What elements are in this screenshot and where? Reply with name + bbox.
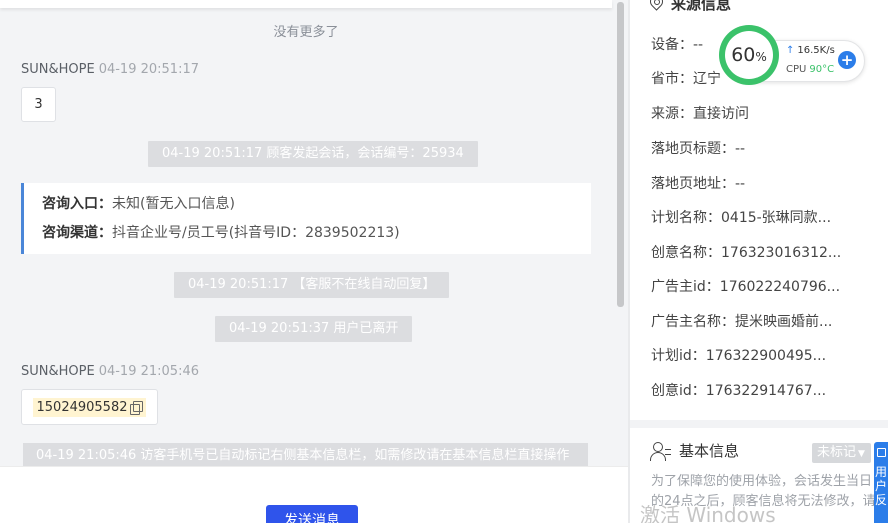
message-text: 3 [34, 97, 43, 112]
message-sender-line: SUN&HOPE 04-19 20:51:17 [21, 62, 199, 77]
chat-panel: 没有更多了 SUN&HOPE 04-19 20:51:17 3 04-19 20:… [0, 0, 628, 523]
caret-down-icon: ▼ [858, 449, 865, 459]
info-value: 176322914767... [705, 383, 827, 399]
info-row-creative-name: 创意名称：176323016312... [651, 242, 841, 262]
basic-info-title: 基本信息 [679, 442, 740, 460]
info-label: 创意名称： [651, 245, 721, 261]
info-value: 辽宁 [693, 71, 721, 87]
info-row-source: 来源：直接访问 [651, 103, 749, 123]
info-label: 创意id： [651, 383, 706, 399]
chat-top-edge [0, 0, 612, 8]
tag-select-value: 未标记 [817, 445, 857, 460]
feedback-icon [876, 448, 886, 457]
upload-arrow-icon: ↑ [786, 45, 795, 56]
user-feedback-tab-label: 用户反 [874, 465, 887, 507]
info-row-plan-name: 计划名称：0415-张琳同款... [651, 207, 831, 227]
sender-name: SUN&HOPE [21, 62, 95, 77]
system-notice-auto-reply: 04-19 20:51:17 【客服不在线自动回复】 [174, 272, 450, 298]
copy-icon[interactable] [130, 400, 144, 415]
message-bubble: 15024905582 [21, 389, 158, 425]
windows-activation-watermark: 激活 Windows [640, 503, 776, 523]
sender-name: SUN&HOPE [21, 364, 95, 379]
memory-usage-percent: 60 [731, 44, 756, 66]
info-value: -- [735, 141, 746, 157]
info-row-advertiser-name: 广告主名称：提米映画婚前... [651, 311, 832, 331]
info-row-device: 设备：-- [651, 34, 703, 54]
info-label: 省市： [651, 71, 693, 87]
cpu-readout: CPU 90°C [786, 64, 834, 75]
consult-entry-value: 未知(暂无入口信息) [112, 196, 235, 212]
consult-entry-label: 咨询入口： [42, 196, 112, 212]
location-pin-icon [650, 0, 663, 12]
info-row-landing-url: 落地页地址：-- [651, 173, 745, 193]
system-notice-session-start: 04-19 20:51:17 顾客发起会话，会话编号：25934 [148, 141, 478, 167]
system-notice-user-left: 04-19 20:51:37 用户已离开 [215, 316, 413, 342]
info-label: 落地页标题： [651, 141, 735, 157]
memory-usage-ring[interactable]: 60% [719, 25, 779, 85]
cpu-label: CPU [786, 64, 807, 75]
tag-select[interactable]: 未标记 ▼ [812, 443, 871, 463]
user-info-icon [650, 441, 671, 461]
source-info-title: 来源信息 [671, 0, 732, 13]
info-label: 来源： [651, 106, 693, 122]
info-value: 176322900495... [705, 348, 827, 364]
message-sender-line: SUN&HOPE 04-19 21:05:46 [21, 364, 199, 379]
phone-number-highlight[interactable]: 15024905582 [32, 397, 147, 417]
info-row-advertiser-id: 广告主id：176022240796... [651, 276, 840, 296]
info-row-plan-id: 计划id：176322900495... [651, 345, 826, 365]
plus-icon[interactable]: + [838, 51, 856, 69]
section-separator [630, 420, 888, 428]
info-value: 176323016312... [721, 245, 842, 261]
info-value: 176022240796... [719, 279, 841, 295]
info-value: -- [693, 37, 704, 53]
info-label: 计划id： [651, 348, 706, 364]
message-time: 04-19 20:51:17 [98, 62, 199, 77]
info-value: 直接访问 [693, 106, 749, 122]
consult-info-card: 咨询入口：未知(暂无入口信息) 咨询渠道：抖音企业号/员工号(抖音号ID：283… [21, 183, 591, 254]
chat-scrollbar[interactable] [617, 2, 624, 307]
network-speed: ↑ 16.5K/s [786, 45, 835, 56]
info-row-province: 省市：辽宁 [651, 68, 721, 88]
consult-channel-value: 抖音企业号/员工号(抖音号ID：2839502213) [112, 225, 400, 241]
send-message-button[interactable]: 发送消息 [266, 505, 358, 523]
cpu-temperature: 90°C [809, 64, 835, 75]
info-row-landing-title: 落地页标题：-- [651, 138, 745, 158]
message-text: 15024905582 [36, 399, 128, 415]
message-time: 04-19 21:05:46 [98, 364, 199, 379]
info-row-creative-id: 创意id：176322914767... [651, 380, 826, 400]
info-value: 0415-张琳同款... [721, 210, 832, 226]
basic-info-header: 基本信息 [650, 440, 739, 461]
info-label: 计划名称： [651, 210, 721, 226]
memory-usage-unit: % [755, 50, 767, 64]
source-info-header: 来源信息 [650, 0, 731, 14]
info-label: 设备： [651, 37, 693, 53]
info-label: 广告主名称： [651, 314, 735, 330]
consult-entry-row: 咨询入口：未知(暂无入口信息) [42, 194, 591, 223]
info-label: 广告主id： [651, 279, 720, 295]
info-value: -- [735, 176, 746, 192]
consult-channel-row: 咨询渠道：抖音企业号/员工号(抖音号ID：2839502213) [42, 223, 591, 252]
message-bubble: 3 [21, 87, 56, 122]
user-feedback-tab[interactable]: 用户反 [874, 442, 888, 523]
no-more-messages: 没有更多了 [273, 25, 339, 40]
info-label: 落地页地址： [651, 176, 735, 192]
system-notice-phone-marked: 04-19 21:05:46 访客手机号已自动标记右侧基本信息栏，如需修改请在基… [23, 443, 588, 466]
consult-channel-label: 咨询渠道： [42, 225, 112, 241]
network-speed-value: 16.5K/s [797, 45, 835, 56]
info-value: 提米映画婚前... [735, 314, 833, 330]
